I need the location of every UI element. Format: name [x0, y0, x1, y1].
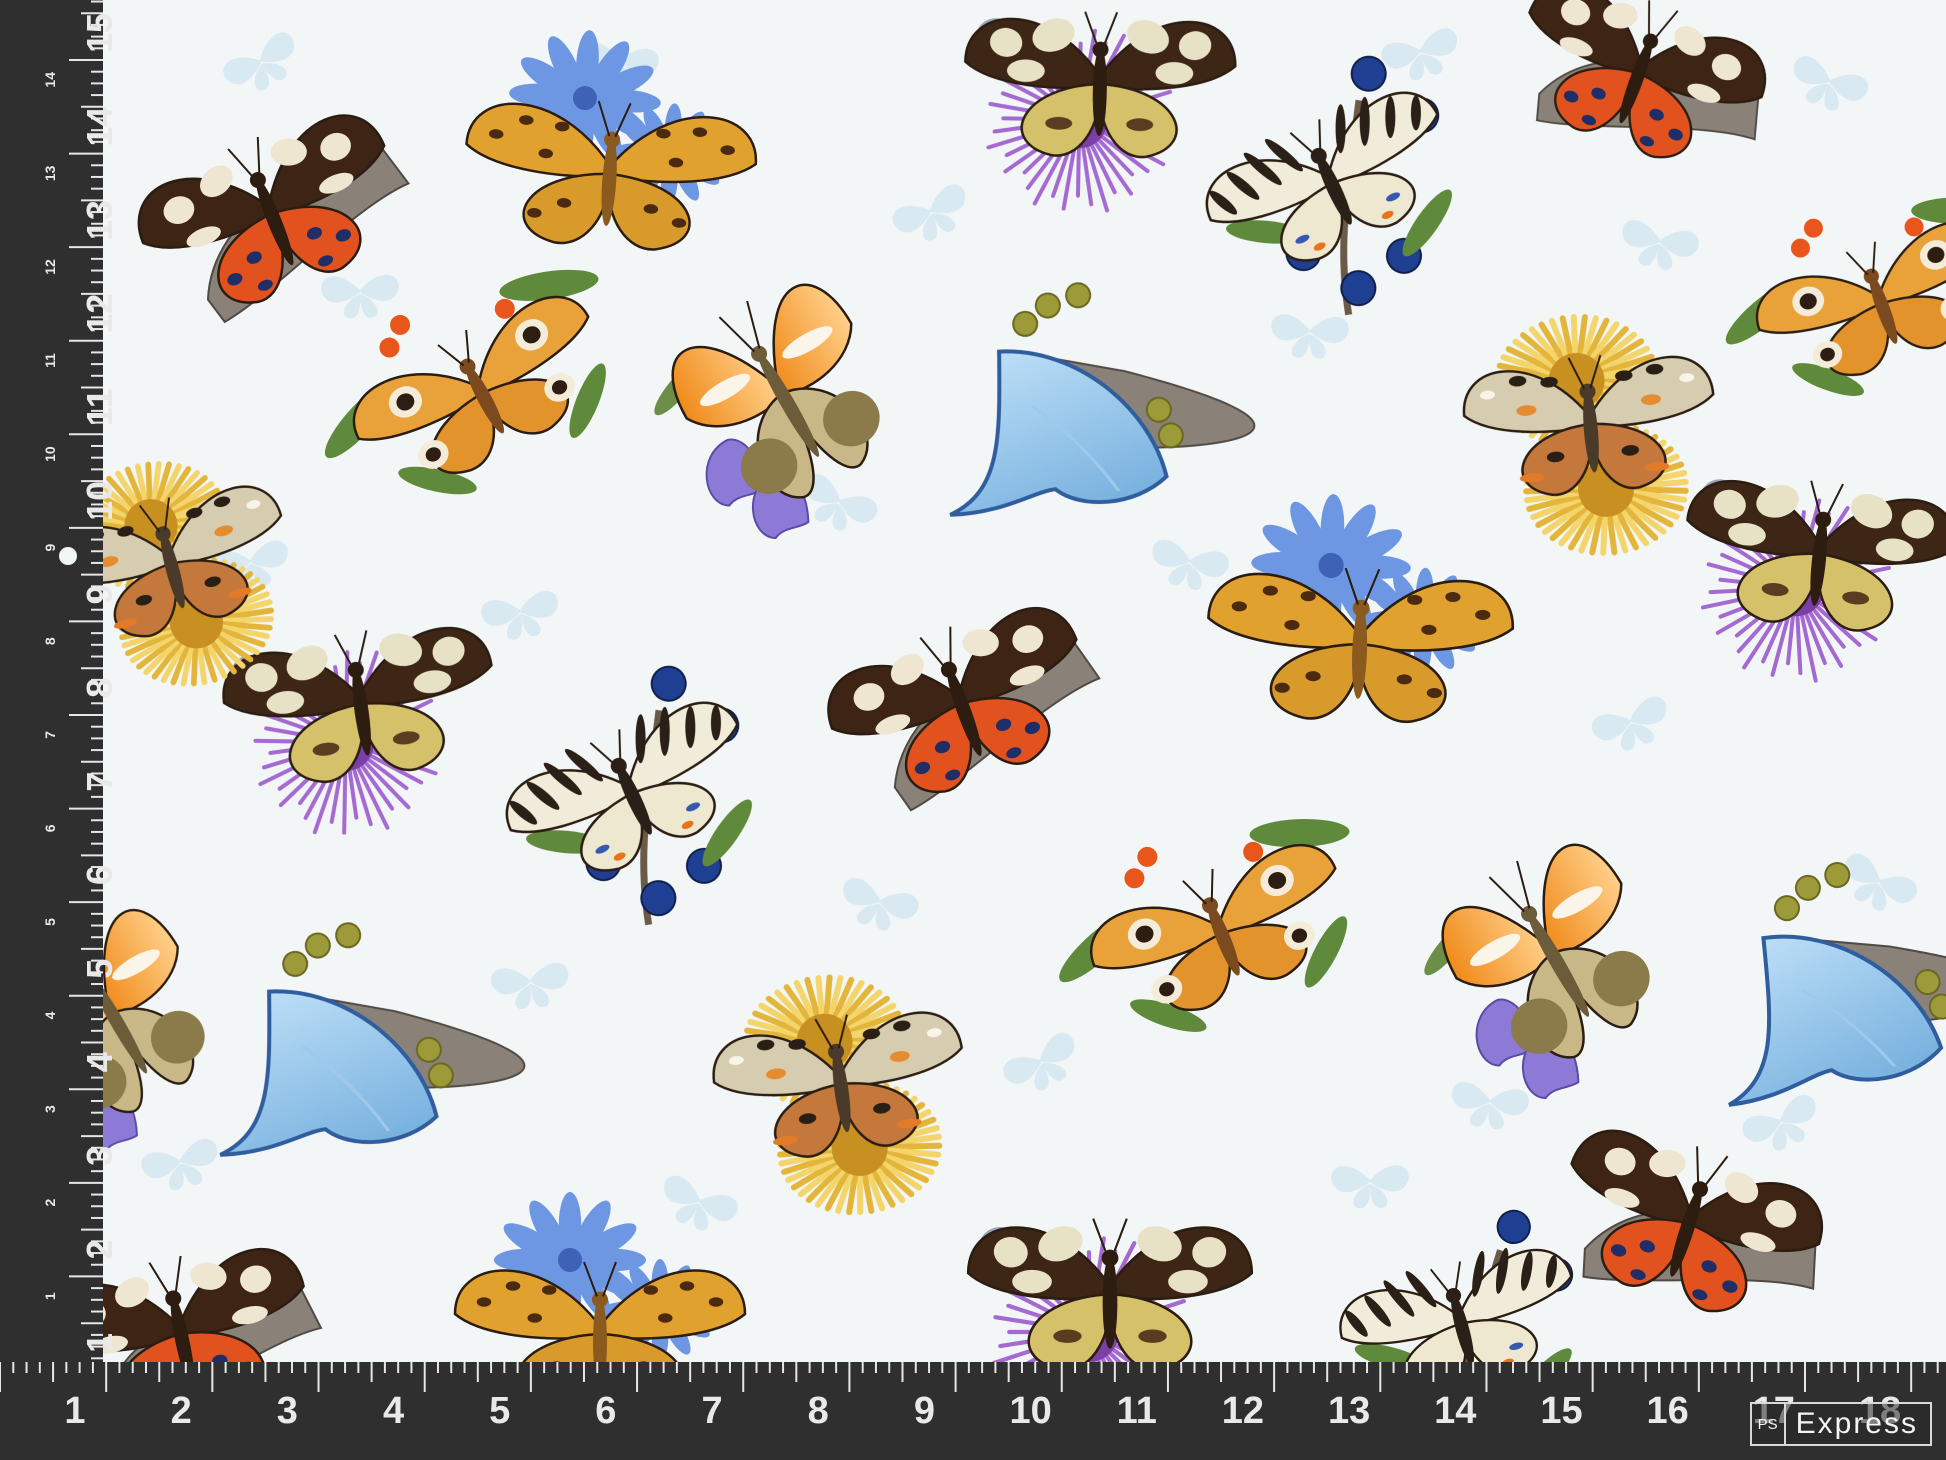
- ruler-number: 11: [1117, 1390, 1157, 1432]
- ruler-number: 12: [1222, 1390, 1264, 1432]
- ruler-number: 10: [79, 481, 120, 521]
- ruler-mini-number: 1: [42, 1292, 58, 1300]
- ruler-mini-number: 13: [42, 165, 58, 181]
- ruler-number: 6: [595, 1390, 616, 1432]
- ruler-number: 6: [79, 865, 120, 885]
- fabric-photo: 1122334455667788991010111112121313141415…: [0, 0, 1946, 1460]
- ruler-number: 5: [79, 959, 120, 979]
- ruler-number: 15: [1540, 1390, 1582, 1432]
- ruler-mini-number: 5: [42, 918, 58, 926]
- ruler-number: 2: [171, 1390, 192, 1432]
- ruler-mini-number: 10: [42, 446, 58, 462]
- ruler-number: 5: [489, 1390, 510, 1432]
- ruler-number: 4: [79, 1052, 120, 1072]
- ps-express-watermark: PS Express: [1749, 1402, 1932, 1446]
- ruler-number: 8: [79, 678, 120, 698]
- ruler-mini-number: 14: [42, 72, 58, 88]
- left-ruler: 1122334455667788991010111112121313141415…: [0, 0, 120, 1371]
- ruler-number: 14: [1434, 1390, 1476, 1432]
- ruler-number: 1: [79, 1333, 120, 1353]
- ruler-number: 8: [808, 1390, 829, 1432]
- ruler-mini-number: 3: [42, 1105, 58, 1113]
- ruler-number: 12: [79, 294, 120, 334]
- ruler-number: 10: [1009, 1390, 1051, 1432]
- ruler-number: 16: [1647, 1390, 1689, 1432]
- ruler-mini-number: 6: [42, 824, 58, 832]
- ruler-number: 9: [79, 584, 120, 604]
- ruler-number: 9: [914, 1390, 935, 1432]
- ruler-number: 1: [64, 1390, 85, 1432]
- ruler-number: 3: [277, 1390, 298, 1432]
- ruler-mini-number: 7: [42, 731, 58, 739]
- ruler-number: 7: [701, 1390, 722, 1432]
- ruler-mini-number: 4: [42, 1011, 58, 1019]
- ruler-number: 3: [79, 1146, 120, 1166]
- ruler-number: 7: [79, 772, 120, 792]
- ruler-number: 13: [79, 200, 120, 240]
- bottom-ruler: 123456789101112131415161718: [0, 1362, 1946, 1460]
- ruler-mini-number: 8: [42, 637, 58, 645]
- ruler-mini-number: 11: [42, 353, 58, 368]
- ruler-number: 4: [383, 1390, 404, 1432]
- ruler-number: 15: [79, 13, 120, 53]
- ruler-number: 13: [1328, 1390, 1370, 1432]
- ruler-mini-number: 2: [42, 1199, 58, 1207]
- watermark-brand: Express: [1795, 1407, 1918, 1440]
- watermark-prefix: PS: [1752, 1404, 1786, 1444]
- ruler-number: 2: [79, 1239, 120, 1259]
- ruler-number: 11: [79, 388, 120, 426]
- ruler-number: 14: [79, 107, 120, 147]
- ruler-mini-number: 9: [42, 544, 58, 552]
- ruler-mini-number: 12: [42, 259, 58, 275]
- ruler-hole: [59, 547, 77, 565]
